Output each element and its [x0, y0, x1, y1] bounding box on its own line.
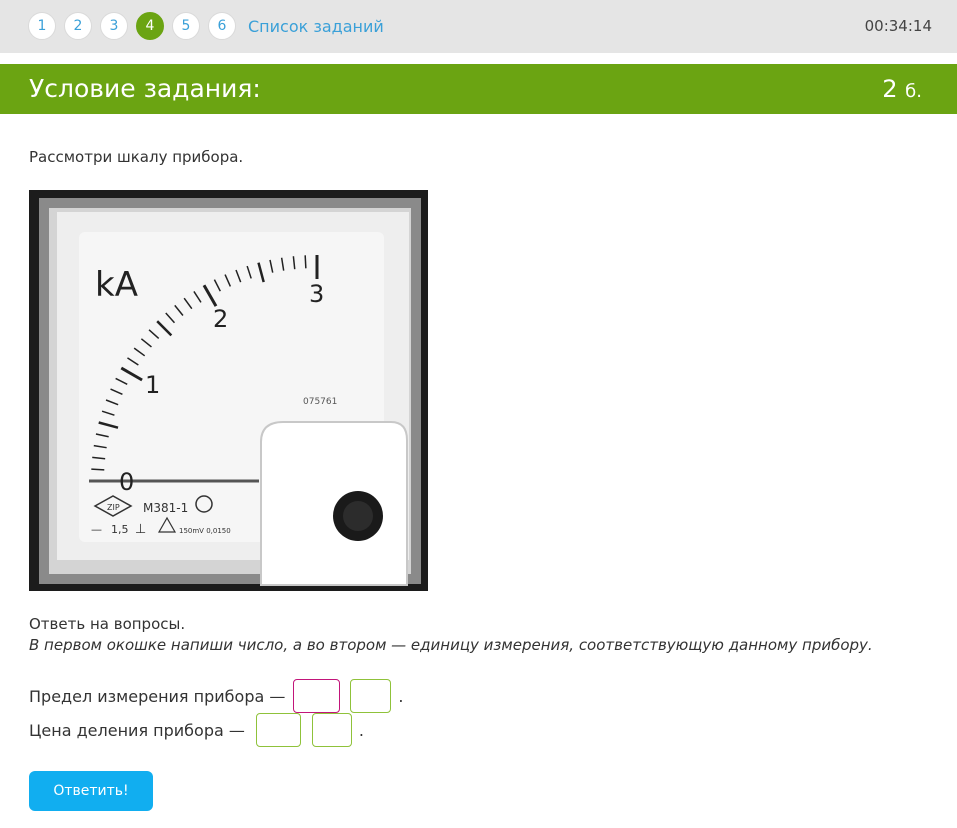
q1-period: . [398, 686, 404, 706]
scale-label-3: 3 [309, 280, 324, 308]
questions-label: Ответь на вопросы. [29, 615, 186, 633]
question-2-label: Цена деления прибора — [29, 720, 245, 740]
page-4-button[interactable]: 4 [136, 12, 164, 40]
svg-text:—: — [91, 523, 102, 536]
page-5-button[interactable]: 5 [172, 12, 200, 40]
page-3-button[interactable]: 3 [100, 12, 128, 40]
page-1-button[interactable]: 1 [28, 12, 56, 40]
scale-tick [91, 468, 105, 471]
svg-text:ZIP: ZIP [107, 503, 120, 512]
q1-number-input[interactable] [293, 679, 341, 713]
submit-button[interactable]: Ответить! [29, 771, 153, 811]
points-unit: б. [905, 81, 922, 102]
meter-image: kA 0 1 2 3 075761 ZIP М381-1 — 1,5 ⊥ 150… [29, 190, 428, 591]
meter-cover [260, 421, 408, 586]
question-1: Предел измерения прибора — . [29, 679, 403, 713]
serial-number: 075761 [303, 397, 337, 407]
task-header: Условие задания: 2 б. [0, 64, 957, 114]
page-title: Условие задания: [29, 74, 261, 103]
page-2-button[interactable]: 2 [64, 12, 92, 40]
scale-tick [304, 255, 307, 269]
question-1-label: Предел измерения прибора — [29, 686, 286, 706]
task-list-link[interactable]: Список заданий [248, 17, 384, 36]
ammeter-illustration: kA 0 1 2 3 075761 ZIP М381-1 — 1,5 ⊥ 150… [29, 190, 428, 591]
q2-period: . [358, 720, 364, 740]
points-value: 2 [882, 75, 898, 103]
meter-small-text: 150mV 0,0150 [179, 527, 231, 535]
unit-label: kA [95, 265, 138, 305]
scale-label-2: 2 [213, 305, 228, 333]
q2-unit-input[interactable] [311, 713, 352, 747]
task-pager: 1 2 3 4 5 6 Список заданий [28, 12, 384, 40]
task-intro: Рассмотри шкалу прибора. [29, 148, 244, 166]
svg-text:⊥: ⊥ [135, 522, 146, 537]
model-label: М381-1 [143, 501, 188, 515]
page-6-button[interactable]: 6 [208, 12, 236, 40]
scale-label-0: 0 [119, 468, 134, 496]
points-badge: 2 б. [882, 75, 922, 103]
q1-unit-input[interactable] [350, 679, 392, 713]
timer: 00:34:14 [864, 17, 932, 35]
top-bar: 1 2 3 4 5 6 Список заданий 00:34:14 [0, 0, 957, 53]
scale-label-1: 1 [145, 371, 160, 399]
question-2: Цена деления прибора — . [29, 713, 364, 747]
q2-number-input[interactable] [255, 713, 301, 747]
class-label: 1,5 [111, 523, 129, 536]
task-instruction: В первом окошке напиши число, а во второ… [29, 636, 873, 654]
